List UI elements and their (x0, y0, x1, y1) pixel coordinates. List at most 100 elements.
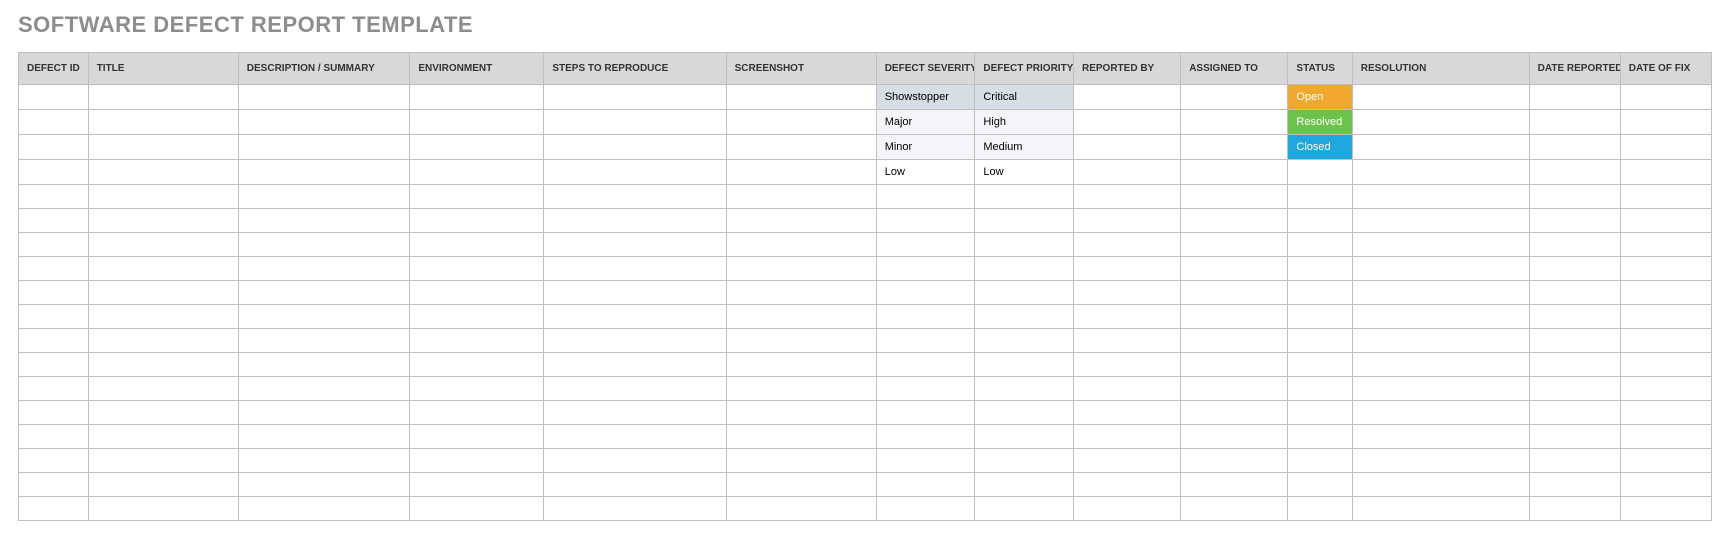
cell-date-of-fix[interactable] (1620, 305, 1711, 329)
cell-title[interactable] (88, 425, 238, 449)
cell-assigned-to[interactable] (1181, 449, 1288, 473)
cell-screenshot[interactable] (726, 160, 876, 185)
cell-description[interactable] (238, 353, 410, 377)
cell-date-reported[interactable] (1529, 233, 1620, 257)
cell-defect-id[interactable] (19, 135, 89, 160)
cell-defect-id[interactable] (19, 160, 89, 185)
cell-date-reported[interactable] (1529, 377, 1620, 401)
cell-date-of-fix[interactable] (1620, 281, 1711, 305)
cell-title[interactable] (88, 160, 238, 185)
cell-environment[interactable] (410, 135, 544, 160)
cell-severity[interactable]: Minor (876, 135, 975, 160)
cell-date-of-fix[interactable] (1620, 209, 1711, 233)
cell-assigned-to[interactable] (1181, 329, 1288, 353)
cell-defect-id[interactable] (19, 401, 89, 425)
cell-defect-id[interactable] (19, 377, 89, 401)
table-row[interactable] (19, 425, 1712, 449)
cell-date-reported[interactable] (1529, 497, 1620, 521)
cell-priority[interactable] (975, 497, 1074, 521)
cell-priority[interactable] (975, 233, 1074, 257)
cell-reported-by[interactable] (1073, 160, 1180, 185)
cell-assigned-to[interactable] (1181, 425, 1288, 449)
cell-resolution[interactable] (1352, 401, 1529, 425)
cell-status[interactable] (1288, 209, 1352, 233)
cell-resolution[interactable] (1352, 425, 1529, 449)
table-row[interactable] (19, 401, 1712, 425)
cell-assigned-to[interactable] (1181, 160, 1288, 185)
cell-status[interactable] (1288, 377, 1352, 401)
cell-date-of-fix[interactable] (1620, 329, 1711, 353)
cell-reported-by[interactable] (1073, 401, 1180, 425)
cell-status[interactable]: Open (1288, 85, 1352, 110)
cell-defect-id[interactable] (19, 305, 89, 329)
cell-priority[interactable] (975, 401, 1074, 425)
cell-defect-id[interactable] (19, 425, 89, 449)
cell-date-reported[interactable] (1529, 449, 1620, 473)
cell-date-of-fix[interactable] (1620, 110, 1711, 135)
cell-resolution[interactable] (1352, 135, 1529, 160)
cell-defect-id[interactable] (19, 497, 89, 521)
cell-severity[interactable] (876, 377, 975, 401)
cell-priority[interactable]: High (975, 110, 1074, 135)
cell-resolution[interactable] (1352, 329, 1529, 353)
cell-environment[interactable] (410, 85, 544, 110)
cell-defect-id[interactable] (19, 281, 89, 305)
cell-severity[interactable] (876, 305, 975, 329)
cell-date-reported[interactable] (1529, 135, 1620, 160)
cell-resolution[interactable] (1352, 185, 1529, 209)
cell-date-reported[interactable] (1529, 473, 1620, 497)
cell-priority[interactable] (975, 377, 1074, 401)
cell-status[interactable] (1288, 497, 1352, 521)
cell-description[interactable] (238, 473, 410, 497)
cell-reported-by[interactable] (1073, 305, 1180, 329)
cell-screenshot[interactable] (726, 449, 876, 473)
cell-date-of-fix[interactable] (1620, 257, 1711, 281)
cell-priority[interactable] (975, 449, 1074, 473)
cell-date-reported[interactable] (1529, 329, 1620, 353)
cell-reported-by[interactable] (1073, 185, 1180, 209)
cell-description[interactable] (238, 401, 410, 425)
table-row[interactable] (19, 185, 1712, 209)
cell-steps[interactable] (544, 233, 726, 257)
cell-date-reported[interactable] (1529, 209, 1620, 233)
cell-steps[interactable] (544, 353, 726, 377)
cell-screenshot[interactable] (726, 497, 876, 521)
cell-date-of-fix[interactable] (1620, 160, 1711, 185)
cell-resolution[interactable] (1352, 281, 1529, 305)
cell-reported-by[interactable] (1073, 425, 1180, 449)
cell-description[interactable] (238, 329, 410, 353)
cell-environment[interactable] (410, 233, 544, 257)
table-row[interactable] (19, 449, 1712, 473)
cell-reported-by[interactable] (1073, 233, 1180, 257)
cell-steps[interactable] (544, 401, 726, 425)
cell-defect-id[interactable] (19, 329, 89, 353)
cell-environment[interactable] (410, 160, 544, 185)
table-row[interactable]: ShowstopperCriticalOpen (19, 85, 1712, 110)
table-row[interactable] (19, 209, 1712, 233)
cell-severity[interactable] (876, 209, 975, 233)
cell-date-of-fix[interactable] (1620, 85, 1711, 110)
cell-screenshot[interactable] (726, 401, 876, 425)
cell-reported-by[interactable] (1073, 329, 1180, 353)
cell-title[interactable] (88, 329, 238, 353)
cell-reported-by[interactable] (1073, 281, 1180, 305)
cell-steps[interactable] (544, 135, 726, 160)
cell-steps[interactable] (544, 497, 726, 521)
cell-reported-by[interactable] (1073, 257, 1180, 281)
cell-resolution[interactable] (1352, 257, 1529, 281)
cell-resolution[interactable] (1352, 160, 1529, 185)
cell-title[interactable] (88, 497, 238, 521)
cell-environment[interactable] (410, 473, 544, 497)
cell-assigned-to[interactable] (1181, 257, 1288, 281)
table-row[interactable] (19, 233, 1712, 257)
cell-severity[interactable] (876, 353, 975, 377)
cell-assigned-to[interactable] (1181, 281, 1288, 305)
cell-defect-id[interactable] (19, 257, 89, 281)
cell-reported-by[interactable] (1073, 135, 1180, 160)
cell-steps[interactable] (544, 305, 726, 329)
cell-assigned-to[interactable] (1181, 233, 1288, 257)
cell-date-reported[interactable] (1529, 160, 1620, 185)
cell-date-reported[interactable] (1529, 353, 1620, 377)
cell-status[interactable]: Resolved (1288, 110, 1352, 135)
cell-title[interactable] (88, 401, 238, 425)
